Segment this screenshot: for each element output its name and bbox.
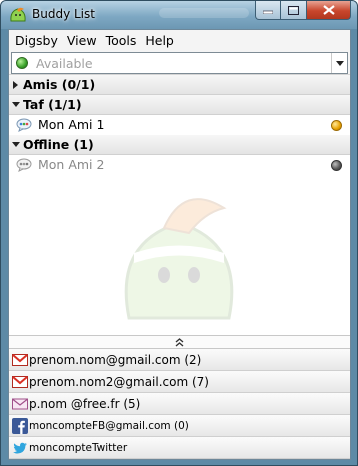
account-label: prenom.nom@gmail.com (2) — [29, 353, 202, 367]
maximize-button[interactable] — [281, 1, 307, 20]
twitter-icon — [13, 442, 27, 454]
expand-arrow-icon — [13, 81, 18, 89]
buddy-list-window: Buddy List Digsby View Tools Help Availa… — [0, 0, 358, 466]
menu-help[interactable]: Help — [142, 33, 180, 48]
menu-tools[interactable]: Tools — [103, 33, 143, 48]
offline-status-icon — [331, 160, 342, 171]
gmail-icon — [12, 354, 28, 366]
account-gmail-2[interactable]: prenom.nom2@gmail.com (7) — [9, 371, 350, 393]
facebook-icon — [12, 418, 28, 434]
title-bar[interactable]: Buddy List — [1, 1, 357, 29]
collapse-arrow-icon — [12, 102, 20, 107]
group-label: Offline (1) — [23, 137, 94, 152]
account-label: prenom.nom2@gmail.com (7) — [29, 375, 209, 389]
group-label: Taf (1/1) — [23, 97, 82, 112]
group-header-amis[interactable]: Amis (0/1) — [9, 75, 350, 95]
status-dropdown-button[interactable] — [331, 53, 347, 73]
group-header-taf[interactable]: Taf (1/1) — [9, 95, 350, 115]
account-label: moncompteFB@gmail.com (0) — [29, 420, 189, 432]
buddy-name: Mon Ami 2 — [38, 157, 105, 172]
group-label: Amis (0/1) — [23, 77, 96, 92]
digsby-app-icon — [10, 7, 26, 22]
client-area: Digsby View Tools Help Available Amis (0… — [8, 29, 351, 460]
account-free-email[interactable]: p.nom @free.fr (5) — [9, 393, 350, 415]
available-status-icon — [16, 57, 28, 69]
account-facebook[interactable]: moncompteFB@gmail.com (0) — [9, 415, 350, 437]
menu-digsby[interactable]: Digsby — [12, 33, 64, 48]
account-twitter[interactable]: moncompteTwitter — [9, 437, 350, 459]
window-title: Buddy List — [32, 7, 95, 21]
digsby-mascot-watermark — [124, 198, 234, 320]
menu-view[interactable]: View — [64, 33, 103, 48]
buddy-name: Mon Ami 1 — [38, 117, 105, 132]
menu-bar: Digsby View Tools Help — [9, 30, 350, 51]
account-label: moncompteTwitter — [29, 442, 128, 454]
accounts-collapse-handle[interactable] — [9, 335, 350, 349]
close-button[interactable] — [307, 1, 351, 20]
buddy-list: Amis (0/1) Taf (1/1) Mon Ami 1 Offline (… — [9, 75, 350, 335]
minimize-button[interactable] — [255, 1, 281, 20]
close-icon — [322, 5, 335, 15]
double-chevron-up-icon — [175, 337, 184, 347]
gmail-icon — [12, 376, 28, 388]
away-status-icon — [331, 120, 342, 131]
email-envelope-icon — [12, 398, 28, 410]
buddy-row[interactable]: Mon Ami 1 — [9, 115, 350, 135]
msn-buddy-icon — [16, 118, 32, 132]
minimize-icon — [263, 10, 273, 14]
account-label: p.nom @free.fr (5) — [29, 397, 141, 411]
group-header-offline[interactable]: Offline (1) — [9, 135, 350, 155]
chevron-down-icon — [335, 60, 344, 66]
status-area: Available — [9, 51, 350, 75]
status-value: Available — [36, 56, 93, 71]
title-glare — [159, 8, 249, 18]
account-gmail-1[interactable]: prenom.nom@gmail.com (2) — [9, 349, 350, 371]
collapse-arrow-icon — [12, 142, 20, 147]
msn-buddy-icon — [16, 158, 32, 172]
maximize-icon — [288, 5, 299, 15]
status-selector[interactable]: Available — [11, 52, 348, 74]
buddy-row[interactable]: Mon Ami 2 — [9, 155, 350, 175]
